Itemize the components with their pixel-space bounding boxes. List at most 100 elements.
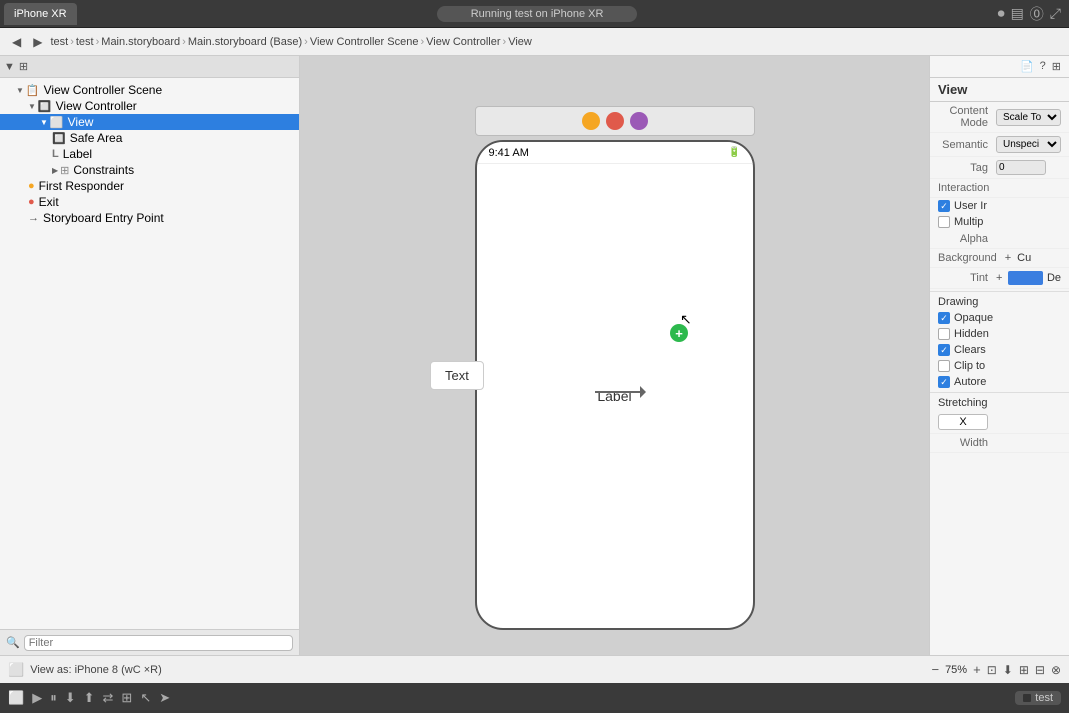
sidebar-icon[interactable]: ▤ (1011, 5, 1024, 22)
status-battery: 🔋 (728, 147, 740, 158)
top-bar: iPhone XR Running test on iPhone XR ⏺ ▤ … (0, 0, 1069, 28)
filter-input[interactable] (24, 635, 293, 651)
toolbar-square-icon[interactable]: ⬜ (8, 690, 24, 706)
toolbar-arrows-icon[interactable]: ⇄ (103, 690, 114, 706)
tree-item-label[interactable]: L Label (0, 146, 299, 162)
view-as-label: View as: iPhone 8 (wC ×R) (30, 664, 162, 676)
tag-input[interactable] (996, 160, 1046, 175)
breadcrumb-test1[interactable]: test (50, 36, 68, 48)
view-label: View (68, 115, 94, 129)
tint-row: Tint + De (930, 268, 1069, 289)
clears-checkbox[interactable]: ✓ (938, 344, 950, 356)
sep5: › (420, 36, 424, 48)
breadcrumb-vc-scene[interactable]: View Controller Scene (310, 36, 419, 48)
hidden-checkbox[interactable] (938, 328, 950, 340)
tree-item-view[interactable]: ▼ ⬜ View (0, 114, 299, 130)
clip-to-checkbox[interactable] (938, 360, 950, 372)
zoom-icon3[interactable]: ⊞ (1019, 663, 1029, 677)
tree-item-vc[interactable]: ▼ 🔲 View Controller (0, 98, 299, 114)
autore-checkbox[interactable]: ✓ (938, 376, 950, 388)
breadcrumb-view[interactable]: View (508, 36, 532, 48)
tint-plus[interactable]: + (996, 272, 1002, 284)
test-badge[interactable]: test (1015, 691, 1061, 705)
toolbar-send-icon[interactable]: ➤ (159, 690, 170, 706)
tree-item-safe-area[interactable]: 🔲 Safe Area (0, 130, 299, 146)
test-dot (1023, 694, 1031, 702)
toolbar-up-icon[interactable]: ⬆ (84, 690, 95, 706)
status-time: 9:41 AM (489, 147, 529, 159)
device-tab[interactable]: iPhone XR (4, 3, 77, 25)
user-interaction-checkbox[interactable]: ✓ (938, 200, 950, 212)
toolbar-grid-icon[interactable]: ⊞ (121, 690, 132, 706)
breadcrumb-main-base[interactable]: Main.storyboard (Base) (188, 36, 302, 48)
running-bar: Running test on iPhone XR (77, 6, 998, 22)
arrow-line (595, 391, 645, 393)
left-panel-icon2[interactable]: ⊞ (19, 60, 28, 73)
nav-forward-button[interactable]: ▶ (29, 33, 46, 51)
zoom-icon1[interactable]: ⊡ (987, 663, 997, 677)
tint-label: Tint (938, 272, 988, 284)
library-icon[interactable]: ⓪ (1030, 4, 1044, 24)
multiple-touch-label: Multip (954, 216, 983, 228)
zoom-in-button[interactable]: + (973, 662, 981, 677)
view-as-icon: ⬜ (8, 662, 24, 678)
tree-item-exit[interactable]: ● Exit (0, 194, 299, 210)
tree-item-first-responder[interactable]: ● First Responder (0, 178, 299, 194)
toolbar-play-icon[interactable]: ▶ (32, 690, 42, 706)
content-mode-select[interactable]: Scale To (996, 109, 1061, 126)
label-icon: L (52, 148, 59, 160)
breadcrumb-vc[interactable]: View Controller (426, 36, 500, 48)
iphone-content[interactable]: Label (477, 164, 753, 628)
multiple-touch-checkbox[interactable] (938, 216, 950, 228)
tree-item-constraints[interactable]: ▶ ⊞ Constraints (0, 162, 299, 178)
toolbar-btn-yellow[interactable] (582, 112, 600, 130)
tag-label: Tag (938, 162, 988, 174)
breadcrumb-test2[interactable]: test (76, 36, 94, 48)
tint-swatch[interactable] (1008, 271, 1043, 285)
zoom-out-button[interactable]: − (931, 662, 939, 677)
left-panel-icon1[interactable]: ▼ (4, 61, 15, 73)
entry-point-label: Storyboard Entry Point (43, 211, 164, 225)
view-icon: ⬜ (50, 116, 64, 129)
canvas-area[interactable]: 9:41 AM 🔋 Label Text ↖ + (300, 56, 929, 655)
breadcrumb: test › test › Main.storyboard › Main.sto… (50, 36, 531, 48)
content-mode-label: Content Mode (938, 105, 988, 129)
autore-row: ✓ Autore (930, 374, 1069, 390)
right-panel-icons: 📄 ? ⊞ (930, 56, 1069, 78)
panel-icon-grid[interactable]: ⊞ (1052, 60, 1061, 73)
background-plus[interactable]: + (1005, 252, 1011, 264)
panel-icon-help[interactable]: ? (1040, 60, 1046, 73)
nav-back-button[interactable]: ◀ (8, 33, 25, 51)
toolbar-btn-red[interactable] (606, 112, 624, 130)
fullscreen-icon[interactable]: ⤢ (1050, 5, 1061, 22)
scene-icon: 📋 (26, 84, 40, 97)
tree-item-entry-point[interactable]: → Storyboard Entry Point (0, 210, 299, 226)
opaque-checkbox[interactable]: ✓ (938, 312, 950, 324)
semantic-row: Semantic Unspeci (930, 133, 1069, 157)
autore-label: Autore (954, 376, 986, 388)
text-element[interactable]: Text (430, 361, 484, 390)
record-icon[interactable]: ⏺ (998, 5, 1005, 22)
toolbar-cursor-icon[interactable]: ↖ (140, 690, 151, 706)
main-area: ▼ ⊞ ▼ 📋 View Controller Scene ▼ 🔲 View C… (0, 56, 1069, 655)
constraints-icon: ⊞ (60, 164, 69, 177)
tint-value: De (1047, 272, 1061, 284)
content-mode-row: Content Mode Scale To (930, 102, 1069, 133)
x-input[interactable] (938, 414, 988, 430)
toolbar-pause-icon[interactable]: ⏸ (50, 690, 57, 706)
exit-label: Exit (39, 195, 59, 209)
width-row: Width (930, 434, 1069, 453)
zoom-icon4[interactable]: ⊟ (1035, 663, 1045, 677)
toolbar-icons: ⬜ ▶ ⏸ ⬇ ⬆ ⇄ ⊞ ↖ ➤ (8, 690, 170, 706)
tree-item-vc-scene[interactable]: ▼ 📋 View Controller Scene (0, 82, 299, 98)
sep3: › (182, 36, 186, 48)
zoom-icon5[interactable]: ⊗ (1051, 663, 1061, 677)
panel-icon-file[interactable]: 📄 (1020, 60, 1034, 73)
clears-label: Clears (954, 344, 986, 356)
toolbar-down-icon[interactable]: ⬇ (65, 690, 76, 706)
breadcrumb-main-storyboard[interactable]: Main.storyboard (101, 36, 180, 48)
toolbar-btn-purple[interactable] (630, 112, 648, 130)
interaction-row: Interaction (930, 179, 1069, 198)
zoom-icon2[interactable]: ⬇ (1003, 663, 1013, 677)
semantic-select[interactable]: Unspeci (996, 136, 1061, 153)
